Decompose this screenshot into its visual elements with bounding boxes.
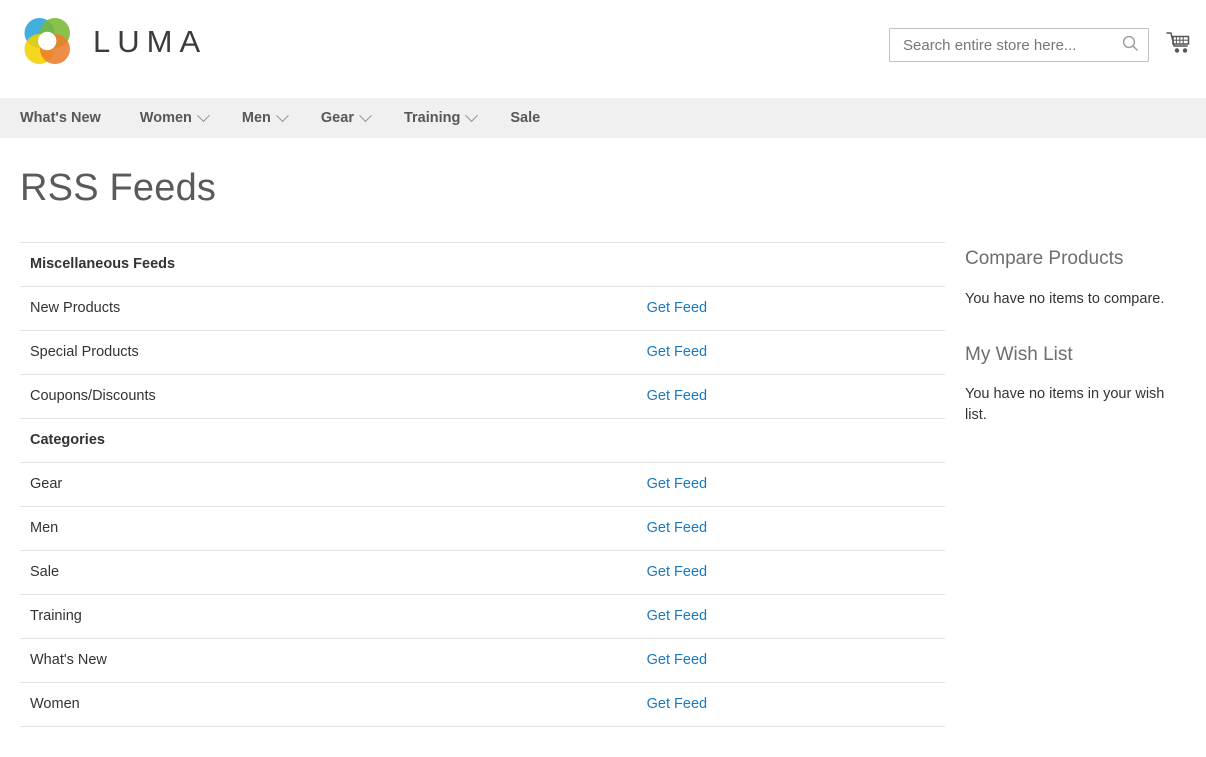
get-feed-link[interactable]: Get Feed	[647, 564, 707, 580]
feed-name-cell: Gear	[20, 462, 637, 507]
search-button[interactable]	[1115, 28, 1145, 62]
table-row: What's New Get Feed	[20, 638, 945, 683]
nav-item-label: Men	[241, 110, 271, 126]
nav-item-label: Training	[403, 110, 461, 126]
table-section-header: Categories	[20, 418, 945, 463]
nav-item-label: Gear	[320, 110, 354, 126]
search-box	[889, 28, 1149, 62]
get-feed-link[interactable]: Get Feed	[647, 476, 707, 492]
feed-name-cell: Coupons/Discounts	[20, 374, 637, 419]
search-icon	[1122, 35, 1139, 55]
nav-item-women[interactable]: Women	[123, 98, 225, 138]
search-input[interactable]	[889, 28, 1149, 62]
get-feed-link[interactable]: Get Feed	[647, 388, 707, 404]
chevron-down-icon	[276, 108, 289, 122]
page-header: LUMA	[0, 0, 1206, 98]
get-feed-link[interactable]: Get Feed	[647, 520, 707, 536]
get-feed-link[interactable]: Get Feed	[647, 652, 707, 668]
nav-item-men[interactable]: Men	[225, 98, 304, 138]
sidebar-block-my-wish-list: My Wish List You have no items in your wi…	[965, 344, 1186, 427]
sidebar-block-text: You have no items in your wish list.	[965, 386, 1165, 424]
sidebar-block-title: My Wish List	[965, 343, 1073, 365]
feed-name-cell: Men	[20, 506, 637, 551]
table-row: Training Get Feed	[20, 594, 945, 639]
feed-name-cell: Sale	[20, 550, 637, 595]
feed-link-cell: Get Feed	[636, 594, 945, 639]
luma-flower-logo-icon	[18, 13, 76, 71]
nav-item-sale[interactable]: Sale	[493, 98, 557, 138]
feed-name-cell: Training	[20, 594, 637, 639]
nav-item-label: Sale	[510, 110, 541, 126]
main-content: Miscellaneous Feeds New Products Get Feed S…	[20, 241, 945, 727]
logo-wordmark: LUMA	[93, 23, 208, 59]
chevron-down-icon	[465, 108, 479, 122]
nav-item-what-s-new[interactable]: What's New	[20, 98, 123, 138]
page-title: RSS Feeds	[20, 167, 217, 209]
table-section-header: Miscellaneous Feeds	[20, 242, 945, 287]
shopping-cart-icon	[1165, 31, 1192, 60]
table-row: Gear Get Feed	[20, 462, 945, 507]
feed-link-cell: Get Feed	[636, 682, 945, 727]
table-row: Men Get Feed	[20, 506, 945, 551]
chevron-down-icon	[359, 108, 372, 122]
get-feed-link[interactable]: Get Feed	[647, 344, 707, 360]
nav-item-training[interactable]: Training	[387, 98, 493, 138]
table-row: Sale Get Feed	[20, 550, 945, 595]
nav-item-gear[interactable]: Gear	[304, 98, 387, 138]
get-feed-link[interactable]: Get Feed	[647, 608, 707, 624]
feed-name-cell: New Products	[20, 286, 637, 331]
feed-link-cell: Get Feed	[636, 330, 945, 375]
table-section-header-row: Categories	[20, 418, 945, 463]
nav-item-label: What's New	[20, 110, 101, 126]
table-row: Women Get Feed	[20, 682, 945, 727]
feed-link-cell: Get Feed	[636, 638, 945, 683]
feed-link-cell: Get Feed	[636, 374, 945, 419]
get-feed-link[interactable]: Get Feed	[647, 696, 707, 712]
feed-link-cell: Get Feed	[636, 286, 945, 331]
get-feed-link[interactable]: Get Feed	[647, 300, 707, 316]
sidebar-block-title: Compare Products	[965, 247, 1124, 269]
sidebar-block-text: You have no items to compare.	[965, 290, 1165, 307]
table-row: New Products Get Feed	[20, 286, 945, 331]
cart-link[interactable]	[1151, 26, 1206, 64]
sidebar-block-compare-products: Compare Products You have no items to com…	[965, 248, 1186, 310]
main-navigation: What's New Women Men Gear Training Sale	[0, 98, 1206, 138]
header-actions	[889, 26, 1206, 64]
feed-name-cell: Special Products	[20, 330, 637, 375]
table-row: Special Products Get Feed	[20, 330, 945, 375]
feed-name-cell: What's New	[20, 638, 637, 683]
nav-item-label: Women	[139, 110, 192, 126]
feed-link-cell: Get Feed	[636, 462, 945, 507]
site-logo[interactable]: LUMA	[18, 13, 207, 71]
page-columns: Miscellaneous Feeds New Products Get Feed S…	[0, 241, 1206, 727]
table-section-header-row: Miscellaneous Feeds	[20, 242, 945, 287]
sidebar: Compare Products You have no items to com…	[965, 242, 1186, 461]
table-row: Coupons/Discounts Get Feed	[20, 374, 945, 419]
chevron-down-icon	[197, 108, 210, 122]
rss-feeds-table: Miscellaneous Feeds New Products Get Feed S…	[20, 241, 945, 727]
feed-link-cell: Get Feed	[636, 550, 945, 595]
feed-name-cell: Women	[20, 682, 637, 727]
feed-link-cell: Get Feed	[636, 506, 945, 551]
